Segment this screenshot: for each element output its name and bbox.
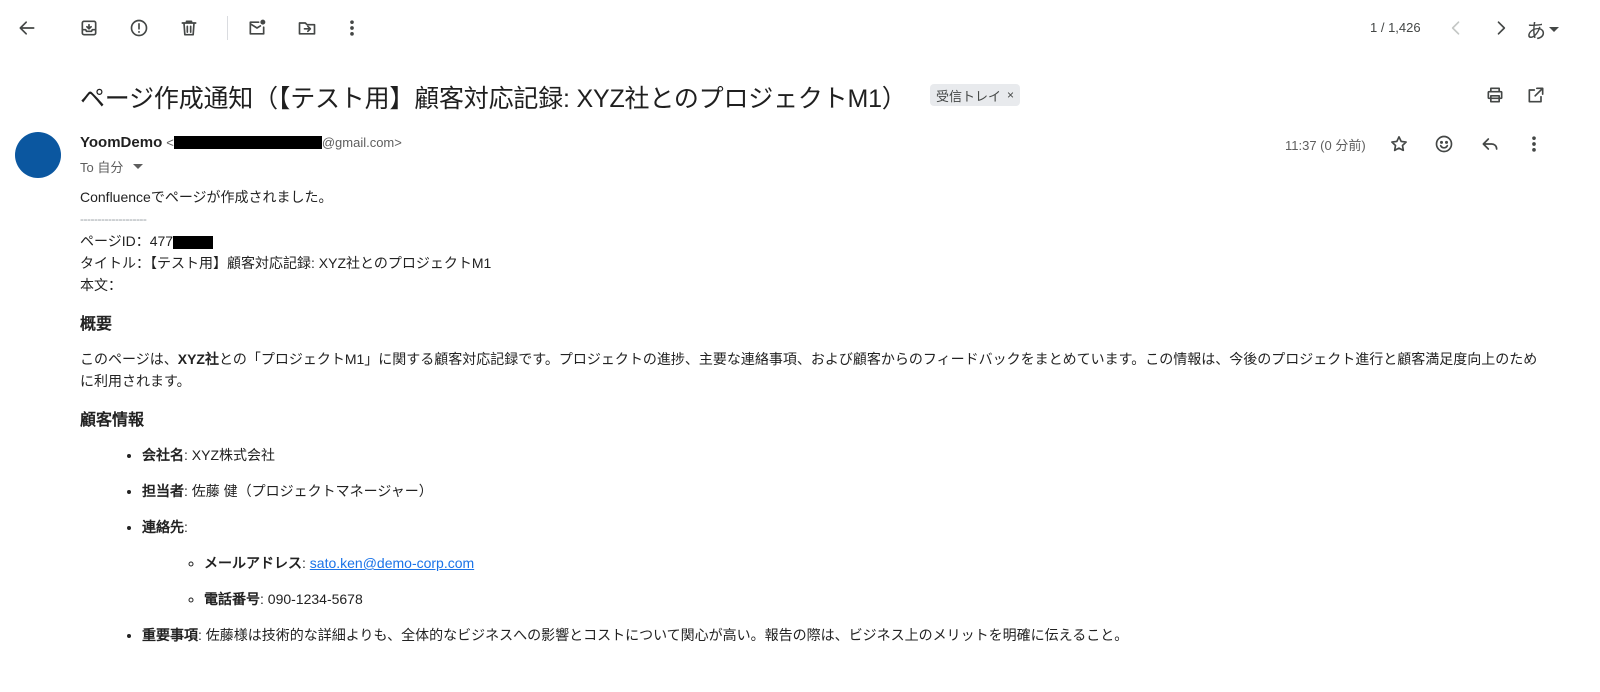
sender-email-open: < [166, 135, 174, 150]
delete-icon[interactable] [170, 9, 208, 47]
more-vert-icon[interactable] [1521, 131, 1547, 157]
body-title-line: タイトル：【テスト用】顧客対応記録: XYZ社とのプロジェクトM1 [80, 255, 492, 271]
person-value: : 佐藤 健（プロジェクトマネージャー） [184, 483, 433, 499]
toolbar-divider [227, 16, 228, 40]
message-time: 11:37 (0 分前) [1285, 138, 1366, 153]
mail-sep: : [302, 555, 310, 571]
sender-line: YoomDemo < @gmail.com> [80, 134, 402, 151]
mail-label: メールアドレス [204, 555, 302, 571]
body-separator: ------------------- [80, 212, 147, 226]
list-item: 担当者: 佐藤 健（プロジェクトマネージャー） [142, 480, 1550, 502]
heading-customer-info: 顧客情報 [80, 412, 145, 429]
move-to-icon[interactable] [288, 9, 326, 47]
inbox-label-chip[interactable]: 受信トレイ × [930, 84, 1021, 106]
person-label: 担当者 [142, 483, 184, 499]
body-line-created: Confluenceでページが作成されました。 [80, 189, 333, 205]
pager-count: 1 / 1,426 [1370, 20, 1421, 35]
back-arrow-icon[interactable] [8, 9, 46, 47]
contact-label: 連絡先 [142, 519, 184, 535]
sender-name[interactable]: YoomDemo [80, 134, 162, 151]
list-item: 重要事項: 佐藤様は技術的な詳細よりも、全体的なビジネスへの影響とコストについて… [142, 624, 1550, 646]
intro-post: との「プロジェクトM1」に関する顧客対応記録です。プロジェクトの進捗、主要な連絡… [80, 351, 1538, 389]
sender-email-domain: @gmail.com> [321, 135, 402, 150]
body-content-label: 本文： [80, 277, 122, 293]
archive-icon[interactable] [70, 9, 108, 47]
emoji-icon[interactable] [1431, 131, 1457, 157]
contact-value: : [184, 519, 188, 535]
toolbar: 1 / 1,426 あ [0, 0, 1600, 58]
input-tools-button[interactable]: あ [1526, 12, 1559, 46]
mark-unread-icon[interactable] [238, 9, 276, 47]
report-spam-icon[interactable] [120, 9, 158, 47]
important-value: : 佐藤様は技術的な詳細よりも、全体的なビジネスへの影響とコストについて関心が高… [198, 627, 1129, 643]
redacted-block [173, 136, 322, 149]
intro-pre: このページは、 [80, 351, 178, 367]
star-icon[interactable] [1386, 131, 1412, 157]
more-vert-icon[interactable] [333, 9, 371, 47]
customer-info-list: 会社名: XYZ株式会社 担当者: 佐藤 健（プロジェクトマネージャー） 連絡先… [142, 444, 1550, 646]
reply-icon[interactable] [1477, 131, 1503, 157]
prev-icon[interactable] [1437, 9, 1475, 47]
input-tools-label: あ [1526, 20, 1546, 43]
body-page-id: ページID：477 [80, 230, 1550, 252]
next-icon[interactable] [1482, 9, 1520, 47]
message-body: Confluenceでページが作成されました。 ----------------… [80, 186, 1550, 660]
list-item: 会社名: XYZ株式会社 [142, 444, 1550, 466]
chevron-down-icon [133, 164, 144, 169]
list-item: 連絡先: メールアドレス: sato.ken@demo-corp.com 電話番… [142, 516, 1550, 610]
overview-paragraph: このページは、XYZ社との「プロジェクトM1」に関する顧客対応記録です。プロジェ… [80, 348, 1550, 392]
page-id-text: ページID：477 [80, 233, 174, 249]
intro-bold: XYZ社 [177, 351, 219, 367]
open-new-window-icon[interactable] [1523, 82, 1549, 108]
recipient-label: To 自分 [80, 160, 124, 175]
remove-label-icon[interactable]: × [1007, 88, 1014, 102]
recipient-details-toggle[interactable]: To 自分 [80, 157, 144, 176]
email-link[interactable]: sato.ken@demo-corp.com [310, 555, 474, 571]
phone-value: : 090-1234-5678 [260, 591, 363, 607]
list-item: 電話番号: 090-1234-5678 [204, 588, 1550, 610]
company-value: : XYZ株式会社 [184, 447, 276, 463]
contact-sublist: メールアドレス: sato.ken@demo-corp.com 電話番号: 09… [204, 552, 1550, 610]
redacted-block [173, 235, 214, 249]
heading-overview: 概要 [80, 316, 113, 333]
label-chip-text: 受信トレイ [936, 88, 1002, 104]
print-icon[interactable] [1482, 82, 1508, 108]
chevron-down-icon [1549, 26, 1559, 32]
company-label: 会社名 [142, 447, 184, 463]
list-item: メールアドレス: sato.ken@demo-corp.com [204, 552, 1550, 574]
sender-email: < @gmail.com> [166, 135, 402, 150]
important-label: 重要事項 [142, 627, 198, 643]
email-subject: ページ作成通知（【テスト用】顧客対応記録: XYZ社とのプロジェクトM1） [80, 85, 907, 113]
avatar[interactable] [15, 132, 61, 178]
subject-row: ページ作成通知（【テスト用】顧客対応記録: XYZ社とのプロジェクトM1） 受信… [80, 76, 1580, 116]
phone-label: 電話番号 [204, 591, 260, 607]
